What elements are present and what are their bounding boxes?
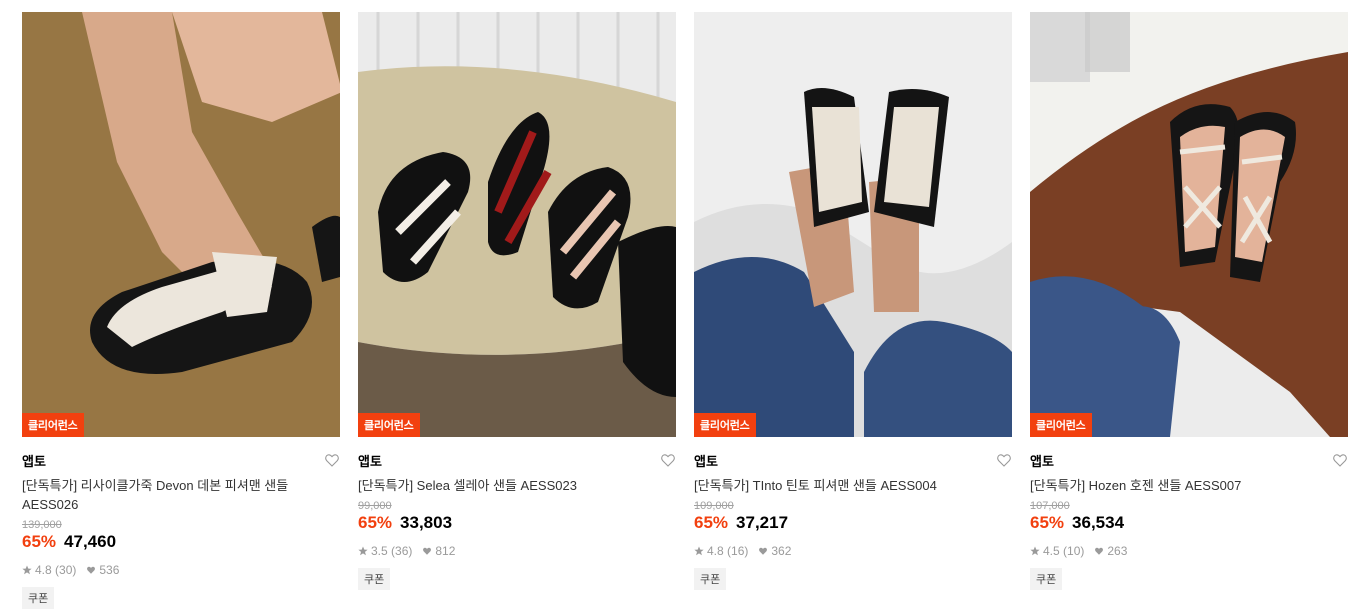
sale-price: 37,217 — [736, 513, 789, 532]
rating: 4.5 — [1043, 544, 1060, 558]
discount-rate: 65% — [358, 513, 393, 532]
review-count: (10) — [1063, 544, 1085, 558]
coupon-tag: 쿠폰 — [1030, 568, 1063, 590]
rating: 3.5 — [371, 544, 388, 558]
product-meta: 3.5 (36) 812 — [358, 544, 676, 558]
product-image[interactable]: 클리어런스 — [1030, 12, 1348, 437]
product-image[interactable]: 클리어런스 — [22, 12, 340, 437]
clearance-badge: 클리어런스 — [22, 413, 84, 437]
heart-count-icon — [759, 547, 768, 555]
clearance-badge: 클리어런스 — [358, 413, 420, 437]
star-icon — [358, 546, 368, 556]
product-image[interactable]: 클리어런스 — [358, 12, 676, 437]
sale-price: 33,803 — [400, 513, 453, 532]
product-grid: 클리어런스 앱토 [단독특가] 리사이클가죽 Devon 데본 피셔맨 샌들 A… — [0, 0, 1358, 613]
coupon-tag: 쿠폰 — [694, 568, 727, 590]
sale-price: 36,534 — [1072, 513, 1125, 532]
like-count: 536 — [99, 563, 120, 577]
product-card[interactable]: 클리어런스 앱토 [단독특가] TInto 틴토 피셔맨 샌들 AESS004 … — [694, 12, 1012, 590]
original-price: 107,000 — [1030, 500, 1070, 512]
heart-icon[interactable] — [324, 452, 340, 468]
star-icon — [1030, 546, 1040, 556]
brand-name[interactable]: 앱토 — [1030, 451, 1054, 470]
like-count: 263 — [1107, 544, 1128, 558]
like-count: 812 — [435, 544, 456, 558]
original-price: 109,000 — [694, 500, 734, 512]
review-count: (16) — [727, 544, 749, 558]
product-card[interactable]: 클리어런스 앱토 [단독특가] Hozen 호젠 샌들 AESS007 107,… — [1030, 12, 1348, 590]
coupon-tag: 쿠폰 — [358, 568, 391, 590]
discount-rate: 65% — [22, 532, 57, 551]
star-icon — [22, 565, 32, 575]
coupon-tag: 쿠폰 — [22, 587, 55, 609]
strappy-sandals-photo — [358, 12, 676, 437]
product-meta: 4.5 (10) 263 — [1030, 544, 1348, 558]
brand-name[interactable]: 앱토 — [358, 451, 382, 470]
fisherman-sandal-photo — [694, 12, 1012, 437]
original-price: 139,000 — [22, 519, 62, 531]
brand-name[interactable]: 앱토 — [694, 451, 718, 470]
product-card[interactable]: 클리어런스 앱토 [단독특가] 리사이클가죽 Devon 데본 피셔맨 샌들 A… — [22, 12, 340, 609]
heart-icon[interactable] — [1332, 452, 1348, 468]
like-count: 362 — [771, 544, 792, 558]
fisherman-sandal-photo — [22, 12, 340, 437]
discount-rate: 65% — [1030, 513, 1065, 532]
product-meta: 4.8 (30) 536 — [22, 563, 340, 577]
product-image[interactable]: 클리어런스 — [694, 12, 1012, 437]
sale-price: 47,460 — [64, 532, 117, 551]
clearance-badge: 클리어런스 — [694, 413, 756, 437]
heart-icon[interactable] — [660, 452, 676, 468]
product-meta: 4.8 (16) 362 — [694, 544, 1012, 558]
product-name[interactable]: [단독특가] Hozen 호젠 샌들 AESS007 — [1030, 476, 1348, 495]
brand-name[interactable]: 앱토 — [22, 451, 46, 470]
product-name[interactable]: [단독특가] TInto 틴토 피셔맨 샌들 AESS004 — [694, 476, 1012, 495]
cross-strap-sandal-photo — [1030, 12, 1348, 437]
rating: 4.8 — [35, 563, 52, 577]
product-card[interactable]: 클리어런스 앱토 [단독특가] Selea 셀레아 샌들 AESS023 99,… — [358, 12, 676, 590]
clearance-badge: 클리어런스 — [1030, 413, 1092, 437]
review-count: (30) — [55, 563, 77, 577]
star-icon — [694, 546, 704, 556]
discount-rate: 65% — [694, 513, 729, 532]
product-name[interactable]: [단독특가] Selea 셀레아 샌들 AESS023 — [358, 476, 676, 495]
heart-count-icon — [423, 547, 432, 555]
heart-count-icon — [87, 566, 96, 574]
review-count: (36) — [391, 544, 413, 558]
product-name[interactable]: [단독특가] 리사이클가죽 Devon 데본 피셔맨 샌들 AESS026 — [22, 476, 340, 514]
rating: 4.8 — [707, 544, 724, 558]
heart-count-icon — [1095, 547, 1104, 555]
heart-icon[interactable] — [996, 452, 1012, 468]
original-price: 99,000 — [358, 500, 392, 512]
